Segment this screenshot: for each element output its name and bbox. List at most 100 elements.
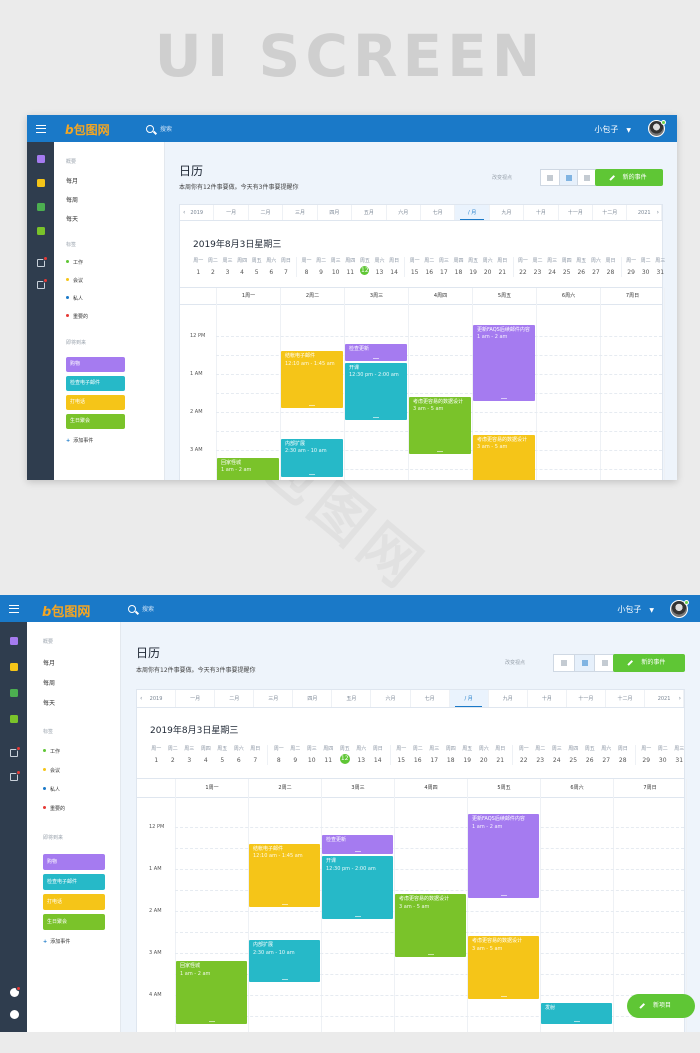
- calendar-icon[interactable]: [9, 689, 18, 697]
- day-cell[interactable]: 8: [271, 756, 288, 766]
- view-item-1[interactable]: 每周: [66, 195, 78, 204]
- day-cell[interactable]: 10: [328, 268, 343, 278]
- month-tab-8[interactable]: / 月: [449, 690, 489, 707]
- event-card-5[interactable]: 内部扩展 2:30 am - 10 am: [249, 940, 320, 983]
- day-cell[interactable]: 15: [407, 268, 422, 278]
- day-cell[interactable]: 16: [422, 268, 437, 278]
- chevron-left-icon[interactable]: ‹: [140, 695, 142, 702]
- new-item-fab[interactable]: 新项目: [627, 994, 695, 1018]
- todo-item-2[interactable]: 打电话: [43, 894, 105, 910]
- day-cell[interactable]: 15: [393, 756, 410, 766]
- chevron-right-icon[interactable]: ›: [679, 695, 681, 702]
- day-cell[interactable]: 18: [451, 268, 466, 278]
- day-cell[interactable]: 22: [516, 756, 533, 766]
- event-card-8[interactable]: 发射: [541, 1003, 612, 1025]
- day-cell[interactable]: 2: [206, 268, 221, 278]
- day-cell[interactable]: 13: [353, 756, 370, 766]
- day-cell[interactable]: 3: [220, 268, 235, 278]
- event-card-5[interactable]: 内部扩展 2:30 am - 10 am: [281, 438, 343, 477]
- contact-icon[interactable]: [36, 179, 45, 187]
- event-card-3[interactable]: 考虑更容易的数据设计 3 am - 5 am: [409, 396, 471, 454]
- month-tab-7[interactable]: 七月: [411, 690, 450, 707]
- user-menu[interactable]: 小包子 ▼: [594, 124, 631, 135]
- grid-view-icon[interactable]: [541, 170, 560, 185]
- month-tab-1[interactable]: 一月: [214, 205, 249, 220]
- day-cell[interactable]: 14: [387, 268, 402, 278]
- day-cell[interactable]: 26: [582, 756, 599, 766]
- todo-item-2[interactable]: 打电话: [66, 395, 125, 410]
- event-card-3[interactable]: 考虑更容易的数据设计 3 am - 5 am: [395, 894, 466, 958]
- day-cell[interactable]: 30: [638, 268, 653, 278]
- tag-item-3[interactable]: 重要的: [66, 313, 88, 320]
- day-cell[interactable]: 3: [181, 756, 198, 766]
- add-event-button[interactable]: + 添加事件: [66, 437, 93, 444]
- tag-item-2[interactable]: 私人: [43, 786, 60, 793]
- day-cell[interactable]: 10: [304, 756, 321, 766]
- month-tab-10[interactable]: 十月: [528, 690, 567, 707]
- chart-icon[interactable]: [36, 227, 45, 235]
- event-card-2[interactable]: 开课 12:30 pm - 2:00 am: [322, 856, 393, 920]
- chart-icon[interactable]: [9, 715, 18, 723]
- menu-icon[interactable]: [9, 604, 20, 613]
- menu-icon[interactable]: [36, 124, 47, 133]
- new-event-button[interactable]: 新的事件: [613, 654, 685, 672]
- tag-item-0[interactable]: 工作: [66, 259, 83, 266]
- todo-item-3[interactable]: 生日聚会: [43, 914, 105, 930]
- logo[interactable]: b包图网: [42, 601, 90, 620]
- logo[interactable]: b包图网: [65, 121, 110, 138]
- day-cell[interactable]: 21: [495, 268, 510, 278]
- month-tab-5[interactable]: 五月: [352, 205, 387, 220]
- event-card-7[interactable]: 考虑更容易的数据设计 3 am - 5 am: [473, 434, 535, 480]
- day-cell[interactable]: 27: [598, 756, 615, 766]
- day-cell[interactable]: 2: [165, 756, 182, 766]
- day-cell[interactable]: 18: [443, 756, 460, 766]
- day-cell[interactable]: 24: [545, 268, 560, 278]
- day-cell[interactable]: 28: [615, 756, 632, 766]
- day-cell[interactable]: 7: [279, 268, 294, 278]
- day-cell[interactable]: 7: [247, 756, 264, 766]
- day-cell[interactable]: 19: [459, 756, 476, 766]
- day-cell[interactable]: 28: [603, 268, 618, 278]
- day-cell[interactable]: 19: [466, 268, 481, 278]
- chevron-left-icon[interactable]: ‹: [183, 209, 185, 216]
- event-card-0[interactable]: 结帐电子邮件 12:10 am - 1:45 am: [249, 843, 320, 907]
- day-cell[interactable]: 11: [320, 756, 337, 766]
- month-tab-6[interactable]: 六月: [387, 205, 421, 220]
- event-card-1[interactable]: 检查更新: [322, 835, 393, 855]
- month-tab-6[interactable]: 六月: [371, 690, 411, 707]
- day-cell[interactable]: 5: [249, 268, 264, 278]
- view-item-2[interactable]: 每天: [66, 214, 78, 223]
- list-view-icon[interactable]: [559, 170, 579, 185]
- calendar-icon[interactable]: [36, 203, 45, 211]
- month-tab-12[interactable]: 十二月: [606, 690, 646, 707]
- todo-item-0[interactable]: 购物: [43, 854, 105, 870]
- day-cell[interactable]: 25: [559, 268, 574, 278]
- tag-item-3[interactable]: 重要的: [43, 805, 65, 812]
- day-cell[interactable]: 20: [476, 756, 493, 766]
- month-tab-11[interactable]: 十一月: [567, 690, 606, 707]
- month-tab-3[interactable]: 三月: [254, 690, 294, 707]
- view-item-1[interactable]: 每周: [43, 678, 55, 687]
- clipboard-icon[interactable]: [9, 637, 18, 645]
- view-item-2[interactable]: 每天: [43, 698, 55, 707]
- day-cell[interactable]: 23: [532, 756, 549, 766]
- tag-item-1[interactable]: 会议: [66, 277, 83, 284]
- help-icon[interactable]: [9, 1010, 19, 1019]
- day-cell[interactable]: 25: [565, 756, 582, 766]
- clipboard-icon[interactable]: [36, 155, 45, 163]
- event-card-7[interactable]: 考虑更容易的数据设计 3 am - 5 am: [468, 936, 539, 1000]
- search-input[interactable]: 搜索: [160, 126, 172, 133]
- day-cell[interactable]: 4: [235, 268, 250, 278]
- month-tab-0[interactable]: 2019: [137, 690, 177, 707]
- event-card-1[interactable]: 检查更新: [345, 343, 407, 361]
- list-view-icon[interactable]: [574, 655, 596, 671]
- day-cell[interactable]: 31: [671, 756, 688, 766]
- month-tab-5[interactable]: 五月: [332, 690, 372, 707]
- contact-icon[interactable]: [9, 663, 18, 671]
- day-cell[interactable]: 22: [516, 268, 531, 278]
- month-tab-8[interactable]: / 月: [455, 205, 490, 220]
- day-cell[interactable]: 8: [299, 268, 314, 278]
- event-card-2[interactable]: 开课 12:30 pm - 2:00 am: [345, 362, 407, 420]
- todo-item-0[interactable]: 购物: [66, 357, 125, 372]
- day-cell[interactable]: 6: [231, 756, 248, 766]
